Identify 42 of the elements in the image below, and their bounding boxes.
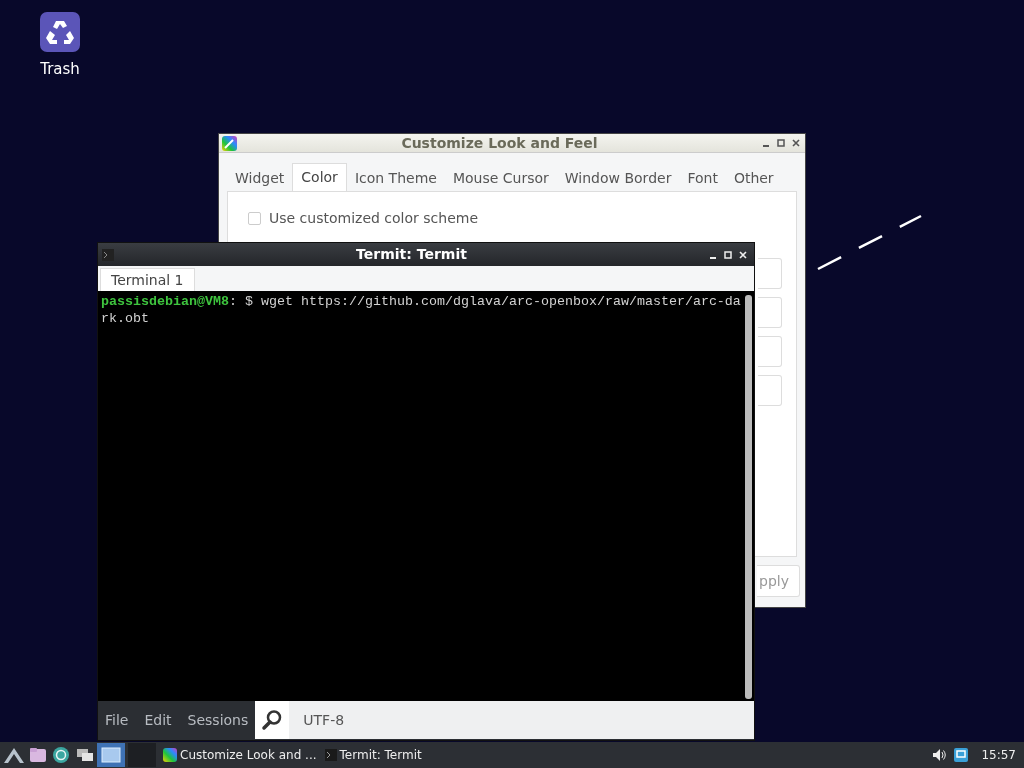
- tab[interactable]: Mouse Cursor: [444, 165, 557, 191]
- icon-label: Trash: [40, 59, 80, 80]
- tab[interactable]: Font: [679, 165, 726, 191]
- window-title: Termit: Termit: [355, 245, 468, 264]
- clock: 15:57: [981, 747, 1016, 764]
- terminal-text: passisdebian@VM8: $ wget https://github.com/dglava/arc-openbox/raw/master/arc-dark.obt: [101, 293, 742, 328]
- scrollbar[interactable]: [745, 295, 752, 699]
- desktop-switch-button[interactable]: [97, 743, 125, 767]
- window-title: Customize Look and Feel: [400, 133, 599, 153]
- checkbox[interactable]: [248, 212, 261, 225]
- menu-item[interactable]: Edit: [144, 709, 172, 731]
- palette-icon: [163, 748, 177, 762]
- color-field[interactable]: [758, 297, 782, 328]
- tab[interactable]: Terminal 1: [100, 268, 195, 291]
- palette-icon: [222, 135, 237, 151]
- menu-item[interactable]: File: [105, 709, 129, 731]
- terminal-icon: [102, 248, 114, 261]
- tab[interactable]: Widget: [227, 165, 293, 191]
- folder-icon[interactable]: [29, 746, 47, 764]
- taskbar-button[interactable]: Termit: Termit: [321, 743, 425, 767]
- terminal-icon: [324, 749, 337, 761]
- search-button[interactable]: [255, 701, 290, 739]
- maximize-icon[interactable]: [777, 139, 785, 147]
- desktop-switch-button[interactable]: [128, 743, 156, 767]
- tab[interactable]: Other: [725, 165, 782, 191]
- recycle-bin-icon[interactable]: [40, 12, 80, 52]
- network-icon[interactable]: [953, 747, 970, 763]
- tab[interactable]: Icon Theme: [346, 165, 445, 191]
- close-icon[interactable]: [792, 139, 800, 147]
- color-field[interactable]: [758, 336, 782, 367]
- search-icon: [261, 709, 284, 731]
- window-icon: [101, 747, 121, 763]
- color-field[interactable]: [758, 258, 782, 289]
- color-field[interactable]: [758, 375, 782, 406]
- tab[interactable]: Color: [292, 163, 347, 191]
- encoding-label: UTF-8: [303, 710, 345, 730]
- checkbox-label: Use customized color scheme: [269, 209, 478, 228]
- taskbar-button[interactable]: Customize Look and ...: [160, 743, 320, 767]
- volume-icon[interactable]: [931, 747, 948, 763]
- windows-icon[interactable]: [76, 746, 94, 764]
- menu-item[interactable]: Sessions: [187, 709, 249, 731]
- tab[interactable]: Window Border: [556, 165, 680, 191]
